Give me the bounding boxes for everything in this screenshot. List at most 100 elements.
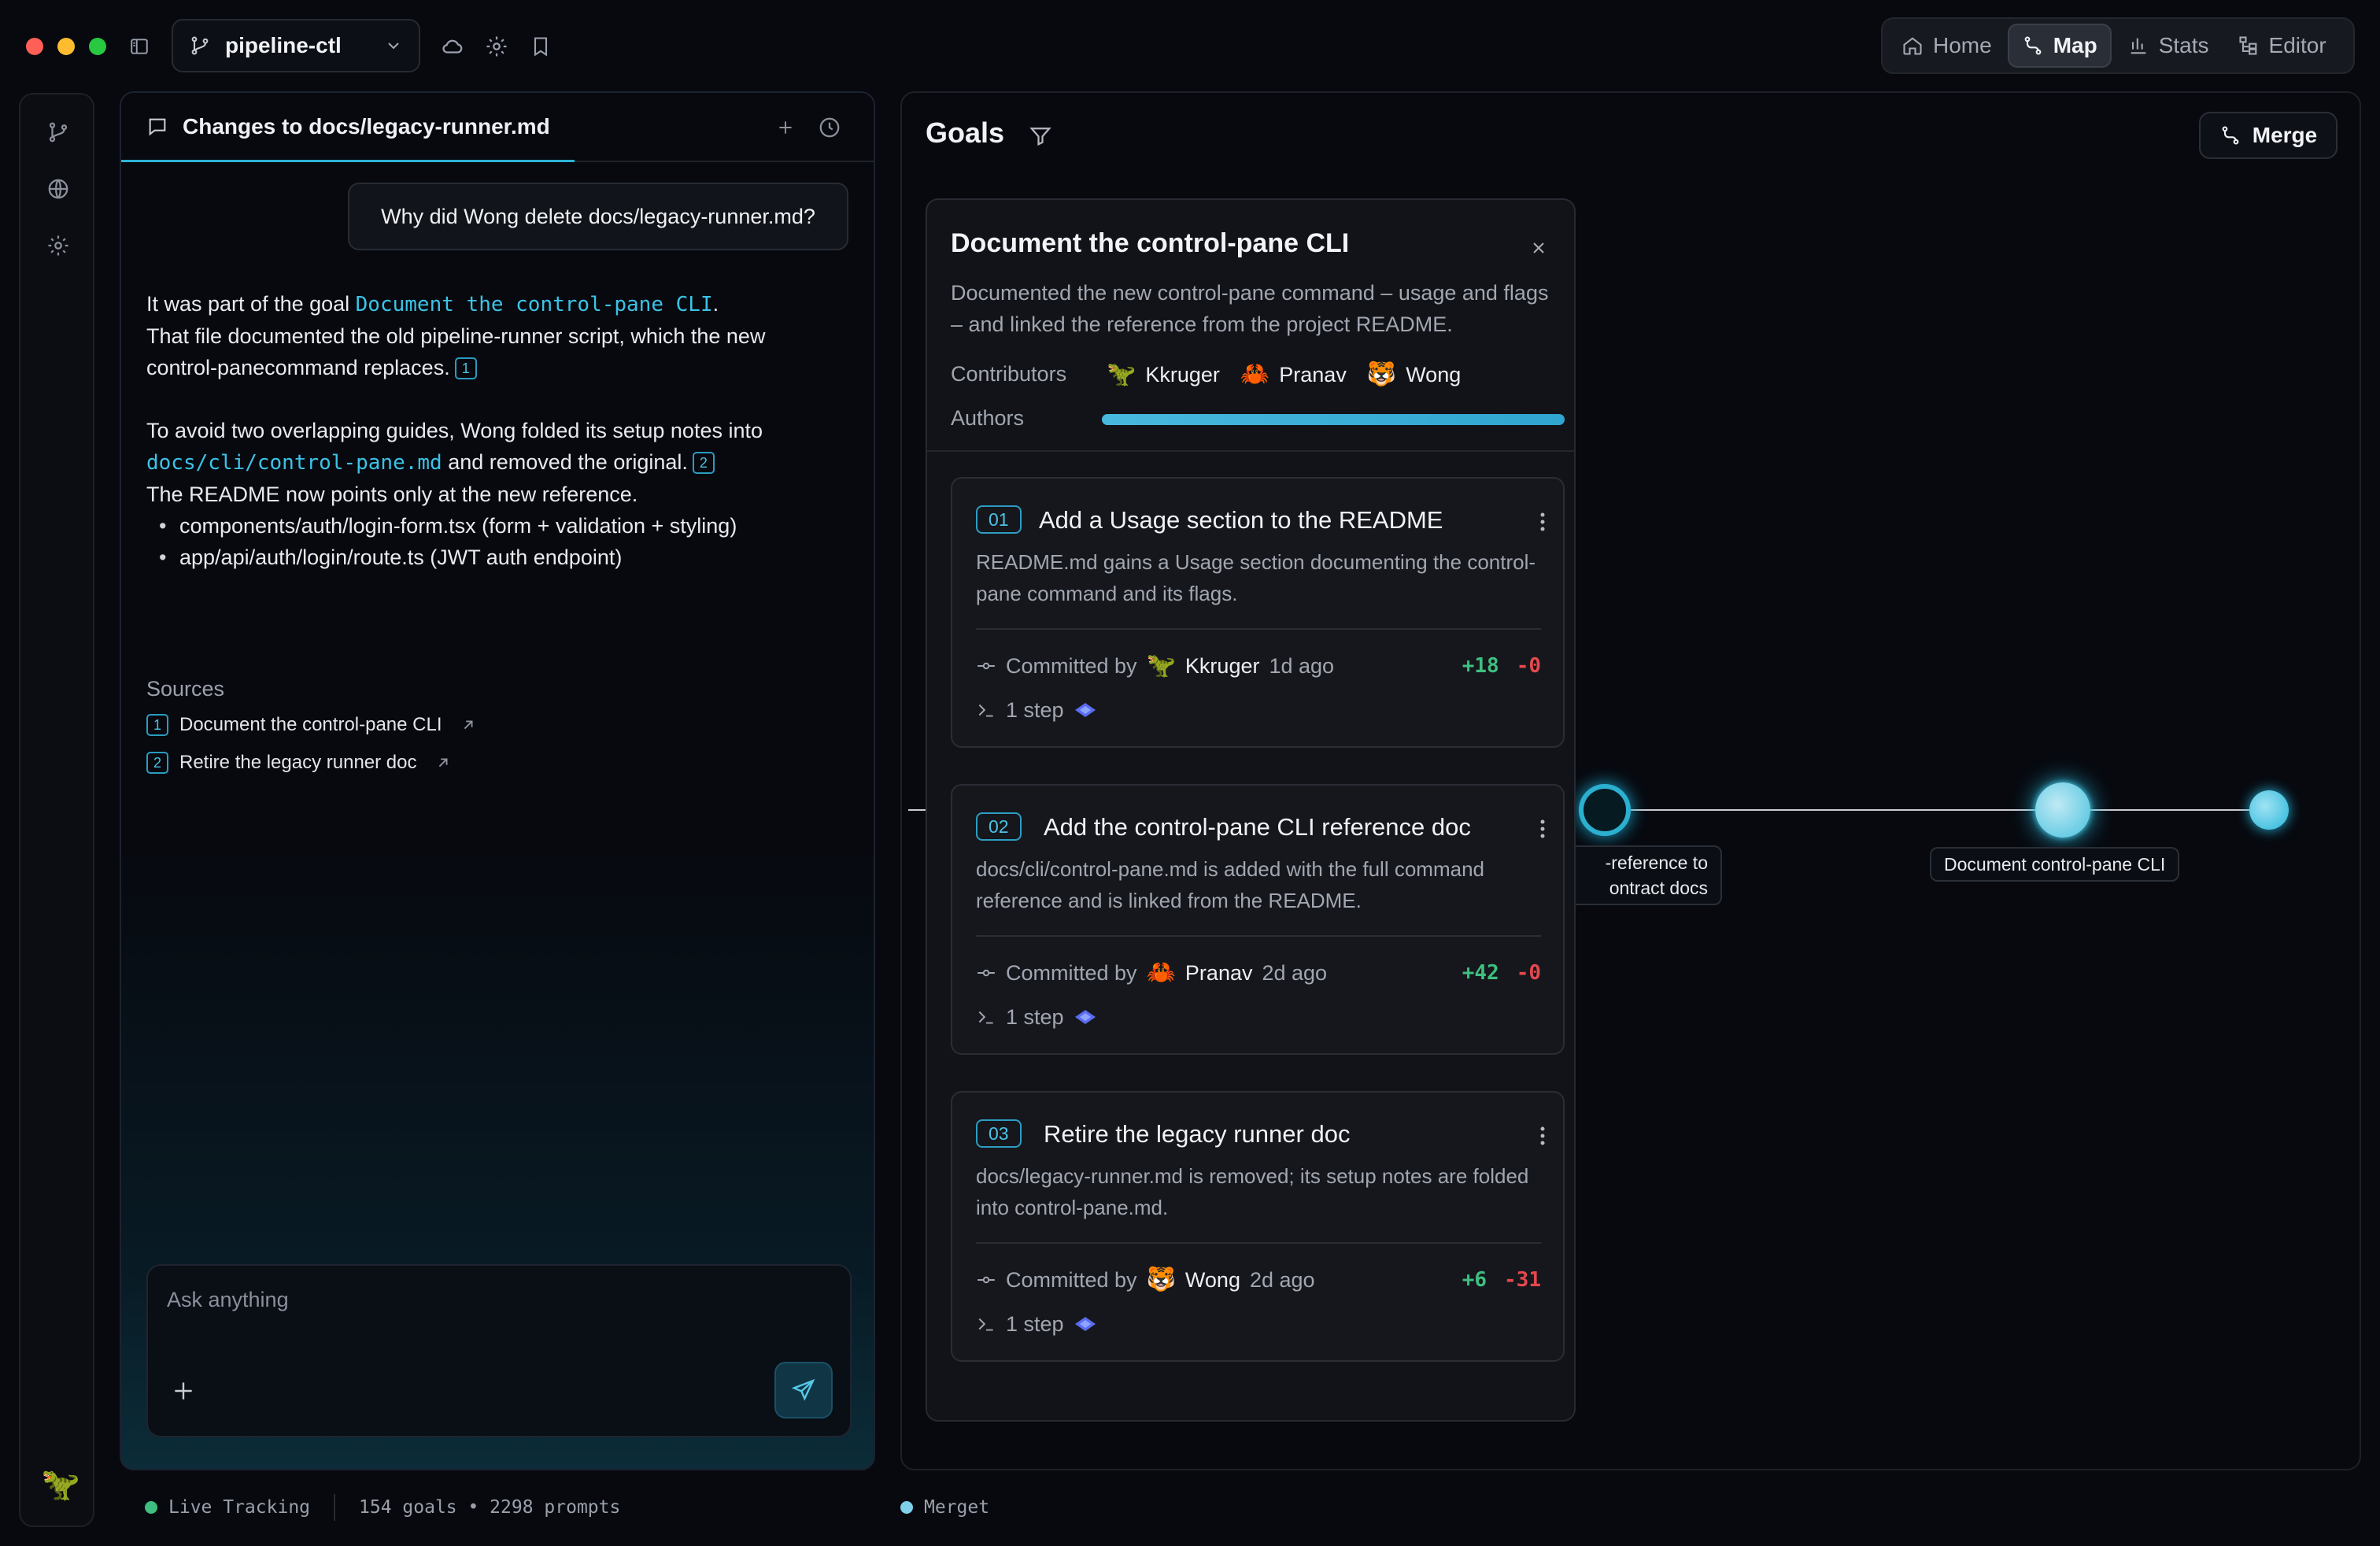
step-description: docs/cli/control-pane.md is added with t…: [976, 857, 1484, 912]
attach-plus-icon[interactable]: [167, 1374, 200, 1407]
more-vertical-icon[interactable]: [1535, 817, 1550, 841]
branch-icon: [189, 35, 211, 57]
more-vertical-icon[interactable]: [1535, 510, 1550, 534]
sidebar-toggle-icon[interactable]: [124, 31, 154, 61]
commit-author[interactable]: Kkruger: [1185, 654, 1260, 679]
answer-text: and removed the original.: [442, 450, 688, 474]
contributors-list: 🦖 Kkruger 🦀 Pranav 🐯 Wong: [1107, 362, 1461, 387]
more-vertical-icon[interactable]: [1535, 1124, 1550, 1148]
answer-text: .: [712, 292, 719, 316]
agent-logo-icon: [1074, 1008, 1097, 1026]
map-node-selected[interactable]: [2035, 782, 2090, 838]
source-link[interactable]: 2 Retire the legacy runner doc: [146, 749, 452, 776]
contributor[interactable]: 🐯 Wong: [1367, 362, 1461, 387]
close-window-button[interactable]: [26, 38, 43, 55]
answer-paragraph-2: To avoid two overlapping guides, Wong fo…: [146, 415, 839, 510]
settings-gear-icon[interactable]: [42, 230, 74, 261]
commit-icon: [976, 1270, 996, 1290]
steps-row[interactable]: 1 step: [976, 1308, 1097, 1340]
bookmark-icon[interactable]: [526, 31, 556, 61]
history-clock-icon[interactable]: [814, 112, 845, 143]
commit-author[interactable]: Wong: [1185, 1268, 1240, 1293]
close-icon[interactable]: [1525, 235, 1552, 261]
tab-stats[interactable]: Stats: [2115, 24, 2222, 68]
merge-label: Merge: [2252, 123, 2318, 147]
step-description: README.md gains a Usage section document…: [976, 550, 1536, 605]
source-link[interactable]: 1 Document the control-pane CLI: [146, 712, 477, 738]
step-divider: [976, 935, 1541, 937]
commit-author[interactable]: Pranav: [1185, 961, 1253, 986]
globe-icon[interactable]: [42, 173, 74, 205]
map-node-label[interactable]: Document control-pane CLI: [1930, 847, 2180, 882]
answer-text: The README now points only at the new re…: [146, 483, 638, 506]
repo-selector[interactable]: pipeline-ctl: [172, 19, 420, 72]
live-status-dot: [145, 1501, 157, 1514]
contributor-avatar: 🐯: [1366, 361, 1397, 387]
commit-row: Committed by 🦀 Pranav 2d ago +42 -0: [976, 957, 1541, 989]
goal-step-card[interactable]: 01 Add a Usage section to the README REA…: [951, 477, 1565, 748]
list-item: components/auth/login-form.tsx (form + v…: [146, 510, 839, 542]
step-number-badge: 01: [976, 505, 1022, 534]
tab-home-label: Home: [1933, 33, 1992, 57]
commit-time: 1d ago: [1269, 653, 1335, 678]
lines-added: +42: [1462, 961, 1499, 985]
chat-tab[interactable]: Changes to docs/legacy-runner.md: [121, 93, 575, 162]
goal-detail-card: Document the control-pane CLI Documented…: [926, 198, 1576, 1422]
send-button[interactable]: [774, 1362, 833, 1418]
list-item: app/api/auth/login/route.ts (JWT auth en…: [146, 542, 839, 573]
contributor-name: Wong: [1406, 362, 1462, 386]
tab-home[interactable]: Home: [1889, 24, 2005, 68]
goal-link[interactable]: Document the control-pane CLI: [356, 293, 713, 316]
map-node[interactable]: [1579, 784, 1631, 836]
tab-stats-label: Stats: [2158, 33, 2209, 57]
committed-by-label: Committed by: [1006, 1267, 1137, 1292]
external-arrow-icon: [460, 716, 477, 734]
citation-badge[interactable]: 1: [454, 357, 477, 379]
citation-badge[interactable]: 2: [692, 452, 715, 474]
user-avatar[interactable]: 🦖: [41, 1467, 80, 1502]
merge-button[interactable]: Merge: [2199, 112, 2338, 159]
merget-status-dot: [900, 1501, 913, 1514]
citation-badge: 1: [146, 714, 168, 736]
status-bar: Live Tracking 154 goals • 2298 prompts: [145, 1494, 620, 1521]
filter-icon[interactable]: [1026, 121, 1055, 150]
maximize-window-button[interactable]: [89, 38, 106, 55]
lines-added: +18: [1462, 654, 1499, 678]
chat-panel: Changes to docs/legacy-runner.md Why did…: [120, 91, 875, 1470]
tree-icon: [2238, 35, 2260, 57]
cloud-icon[interactable]: [438, 31, 468, 61]
map-edge: [908, 809, 927, 811]
chat-composer[interactable]: Ask anything: [146, 1264, 852, 1437]
steps-count: 1 step: [1006, 697, 1064, 722]
terminal-icon: [976, 700, 996, 720]
answer-bullets: components/auth/login-form.tsx (form + v…: [146, 510, 839, 573]
steps-row[interactable]: 1 step: [976, 694, 1097, 726]
git-branch-icon[interactable]: [42, 117, 74, 148]
steps-row[interactable]: 1 step: [976, 1001, 1097, 1033]
goal-step-card[interactable]: 03 Retire the legacy runner doc docs/leg…: [951, 1091, 1565, 1362]
answer-text: It was part of the goal: [146, 292, 356, 316]
contributors-label: Contributors: [951, 362, 1067, 386]
goal-step-card[interactable]: 02 Add the control-pane CLI reference do…: [951, 784, 1565, 1055]
author-avatar: 🐯: [1146, 1267, 1176, 1293]
minimize-window-button[interactable]: [57, 38, 75, 55]
contributor[interactable]: 🦖 Kkruger: [1107, 362, 1220, 387]
lines-added: +6: [1462, 1268, 1488, 1292]
commit-time: 2d ago: [1249, 1267, 1315, 1292]
gear-icon[interactable]: [482, 31, 512, 61]
tab-map[interactable]: Map: [2007, 24, 2112, 68]
view-switcher: Home Map Stats Editor: [1881, 17, 2355, 74]
contributor[interactable]: 🦀 Pranav: [1240, 362, 1347, 387]
chevron-down-icon: [384, 36, 403, 55]
source-label: Retire the legacy runner doc: [179, 752, 417, 773]
plus-icon[interactable]: [770, 112, 801, 143]
composer-input[interactable]: Ask anything: [167, 1288, 289, 1312]
committed-by-label: Committed by: [1006, 960, 1137, 985]
steps-count: 1 step: [1006, 1004, 1064, 1029]
map-node[interactable]: [2249, 790, 2289, 830]
path-link[interactable]: docs/cli/control-pane.md: [146, 451, 442, 475]
citation-badge: 2: [146, 752, 168, 774]
map-route-icon: [2022, 35, 2044, 57]
tab-editor[interactable]: Editor: [2225, 24, 2339, 68]
contributor-name: Kkruger: [1145, 362, 1220, 386]
